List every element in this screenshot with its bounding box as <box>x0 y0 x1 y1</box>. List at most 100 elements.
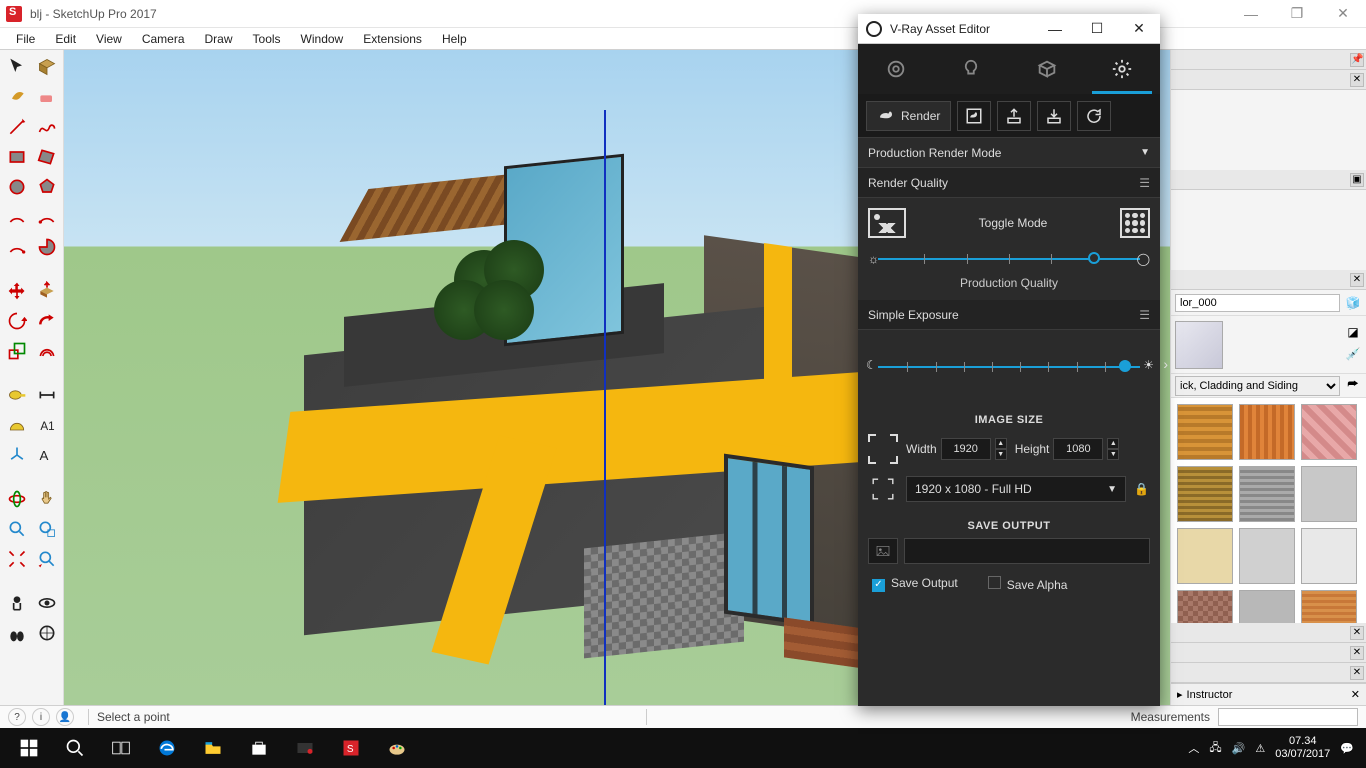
vray-render-button[interactable]: Render <box>866 101 951 131</box>
polygon-tool[interactable] <box>34 174 60 200</box>
lock-icon[interactable]: 🔒 <box>1134 482 1150 496</box>
aspect-icon[interactable] <box>868 434 898 464</box>
vray-interactive-render-button[interactable] <box>957 101 991 131</box>
maximize-button[interactable]: ❐ <box>1274 0 1320 28</box>
zoom-tool[interactable] <box>4 516 30 542</box>
pushpull-tool[interactable] <box>34 278 60 304</box>
fullscreen-icon[interactable] <box>873 479 894 500</box>
vray-import-button[interactable] <box>1037 101 1071 131</box>
user-icon[interactable]: 👤 <box>56 708 74 726</box>
width-spinner[interactable]: ▲▼ <box>995 438 1007 460</box>
sketchup-taskbar-icon[interactable]: S <box>328 728 374 768</box>
create-material-icon[interactable]: 🧊 <box>1344 294 1362 312</box>
freehand-tool[interactable] <box>34 114 60 140</box>
tray-wifi-icon[interactable]: ⚠ <box>1255 742 1265 755</box>
task-view-button[interactable] <box>98 728 144 768</box>
image-mode-icon[interactable] <box>868 208 906 238</box>
tray-chevron-icon[interactable]: ︿ <box>1188 740 1199 756</box>
height-spinner[interactable]: ▲▼ <box>1107 438 1119 460</box>
menu-camera[interactable]: Camera <box>132 30 195 48</box>
materials-category-select[interactable]: ick, Cladding and Siding <box>1175 376 1340 396</box>
dock-pin-icon[interactable]: 📌 <box>1350 53 1364 67</box>
rotated-rect-tool[interactable] <box>34 144 60 170</box>
walk-tool[interactable] <box>4 620 30 646</box>
recorder-icon[interactable] <box>282 728 328 768</box>
tray-volume-icon[interactable]: 🔊 <box>1232 742 1246 755</box>
taskbar-clock[interactable]: 07.34 03/07/2017 <box>1275 735 1330 761</box>
vray-tab-geometry[interactable] <box>1009 44 1085 94</box>
material-swatch[interactable] <box>1301 466 1357 522</box>
menu-draw[interactable]: Draw <box>195 30 243 48</box>
tape-tool[interactable] <box>4 382 30 408</box>
line-tool[interactable] <box>4 114 30 140</box>
menu-extensions[interactable]: Extensions <box>353 30 432 48</box>
pan-tool[interactable] <box>34 486 60 512</box>
section-tool[interactable] <box>34 620 60 646</box>
menu-file[interactable]: File <box>6 30 45 48</box>
pie-tool[interactable] <box>34 234 60 260</box>
dock-close-icon-5[interactable]: ✕ <box>1350 666 1364 680</box>
material-swatch[interactable] <box>1301 528 1357 584</box>
menu-view[interactable]: View <box>86 30 132 48</box>
vray-reset-button[interactable] <box>1077 101 1111 131</box>
offset-tool[interactable] <box>34 338 60 364</box>
vray-titlebar[interactable]: V-Ray Asset Editor — ☐ ✕ <box>858 14 1160 44</box>
dock-close-icon-2[interactable]: ▣ <box>1350 173 1364 187</box>
vray-maximize-button[interactable]: ☐ <box>1076 14 1118 44</box>
material-swatch[interactable] <box>1301 404 1357 460</box>
rectangle-tool[interactable] <box>4 144 30 170</box>
menu-window[interactable]: Window <box>291 30 354 48</box>
info-icon[interactable]: i <box>32 708 50 726</box>
search-button[interactable] <box>52 728 98 768</box>
notifications-icon[interactable]: 💬 <box>1340 742 1354 755</box>
instructor-close-icon[interactable]: ✕ <box>1351 688 1360 701</box>
measurements-input[interactable] <box>1218 708 1358 726</box>
3dtext-tool[interactable]: A <box>34 442 60 468</box>
orbit-tool[interactable] <box>4 486 30 512</box>
component-tool[interactable] <box>34 54 60 80</box>
dots-mode-icon[interactable] <box>1120 208 1150 238</box>
dimension-tool[interactable] <box>34 382 60 408</box>
zoom-window-tool[interactable] <box>34 516 60 542</box>
vray-close-button[interactable]: ✕ <box>1118 14 1160 44</box>
output-path-input[interactable] <box>904 538 1150 564</box>
select-tool[interactable] <box>4 54 30 80</box>
width-input[interactable] <box>941 438 991 460</box>
vray-minimize-button[interactable]: — <box>1034 14 1076 44</box>
material-swatch[interactable] <box>1239 528 1295 584</box>
arc-tool[interactable] <box>4 204 30 230</box>
material-swatch[interactable] <box>1301 590 1357 623</box>
move-tool[interactable] <box>4 278 30 304</box>
materials-nav-icon[interactable]: ⮫ <box>1344 377 1362 395</box>
chevron-right-icon[interactable]: › <box>1163 356 1168 372</box>
previous-view-tool[interactable] <box>34 546 60 572</box>
material-swatch[interactable] <box>1239 404 1295 460</box>
material-swatch[interactable] <box>1177 466 1233 522</box>
vray-quality-slider[interactable]: ☼ ◯ <box>868 248 1150 270</box>
vray-exposure-slider[interactable]: ☾ ☀ › <box>868 356 1150 378</box>
rotate-tool[interactable] <box>4 308 30 334</box>
vray-mode-row[interactable]: Production Render Mode ▼ <box>858 138 1160 168</box>
position-camera-tool[interactable] <box>4 590 30 616</box>
vray-exposure-header[interactable]: Simple Exposure ☰ <box>858 300 1160 330</box>
material-eyedropper-icon[interactable]: 💉 <box>1344 347 1362 365</box>
save-output-checkbox[interactable]: Save Output <box>872 576 958 592</box>
start-button[interactable] <box>6 728 52 768</box>
scale-tool[interactable] <box>4 338 30 364</box>
instructor-panel-header[interactable]: ▸ Instructor ✕ <box>1171 683 1366 705</box>
close-button[interactable]: ✕ <box>1320 0 1366 28</box>
vray-quality-header[interactable]: Render Quality ☰ <box>858 168 1160 198</box>
menu-tools[interactable]: Tools <box>243 30 291 48</box>
zoom-extents-tool[interactable] <box>4 546 30 572</box>
protractor-tool[interactable] <box>4 412 30 438</box>
material-swatch[interactable] <box>1239 466 1295 522</box>
resolution-preset-select[interactable]: 1920 x 1080 - Full HD ▼ <box>906 476 1126 502</box>
paint-taskbar-icon[interactable] <box>374 728 420 768</box>
materials-close-icon[interactable]: ✕ <box>1350 273 1364 287</box>
material-swatch[interactable] <box>1177 404 1233 460</box>
help-icon[interactable]: ? <box>8 708 26 726</box>
axes-tool[interactable] <box>4 442 30 468</box>
dock-close-icon-4[interactable]: ✕ <box>1350 646 1364 660</box>
vray-tab-lights[interactable] <box>934 44 1010 94</box>
followme-tool[interactable] <box>34 308 60 334</box>
